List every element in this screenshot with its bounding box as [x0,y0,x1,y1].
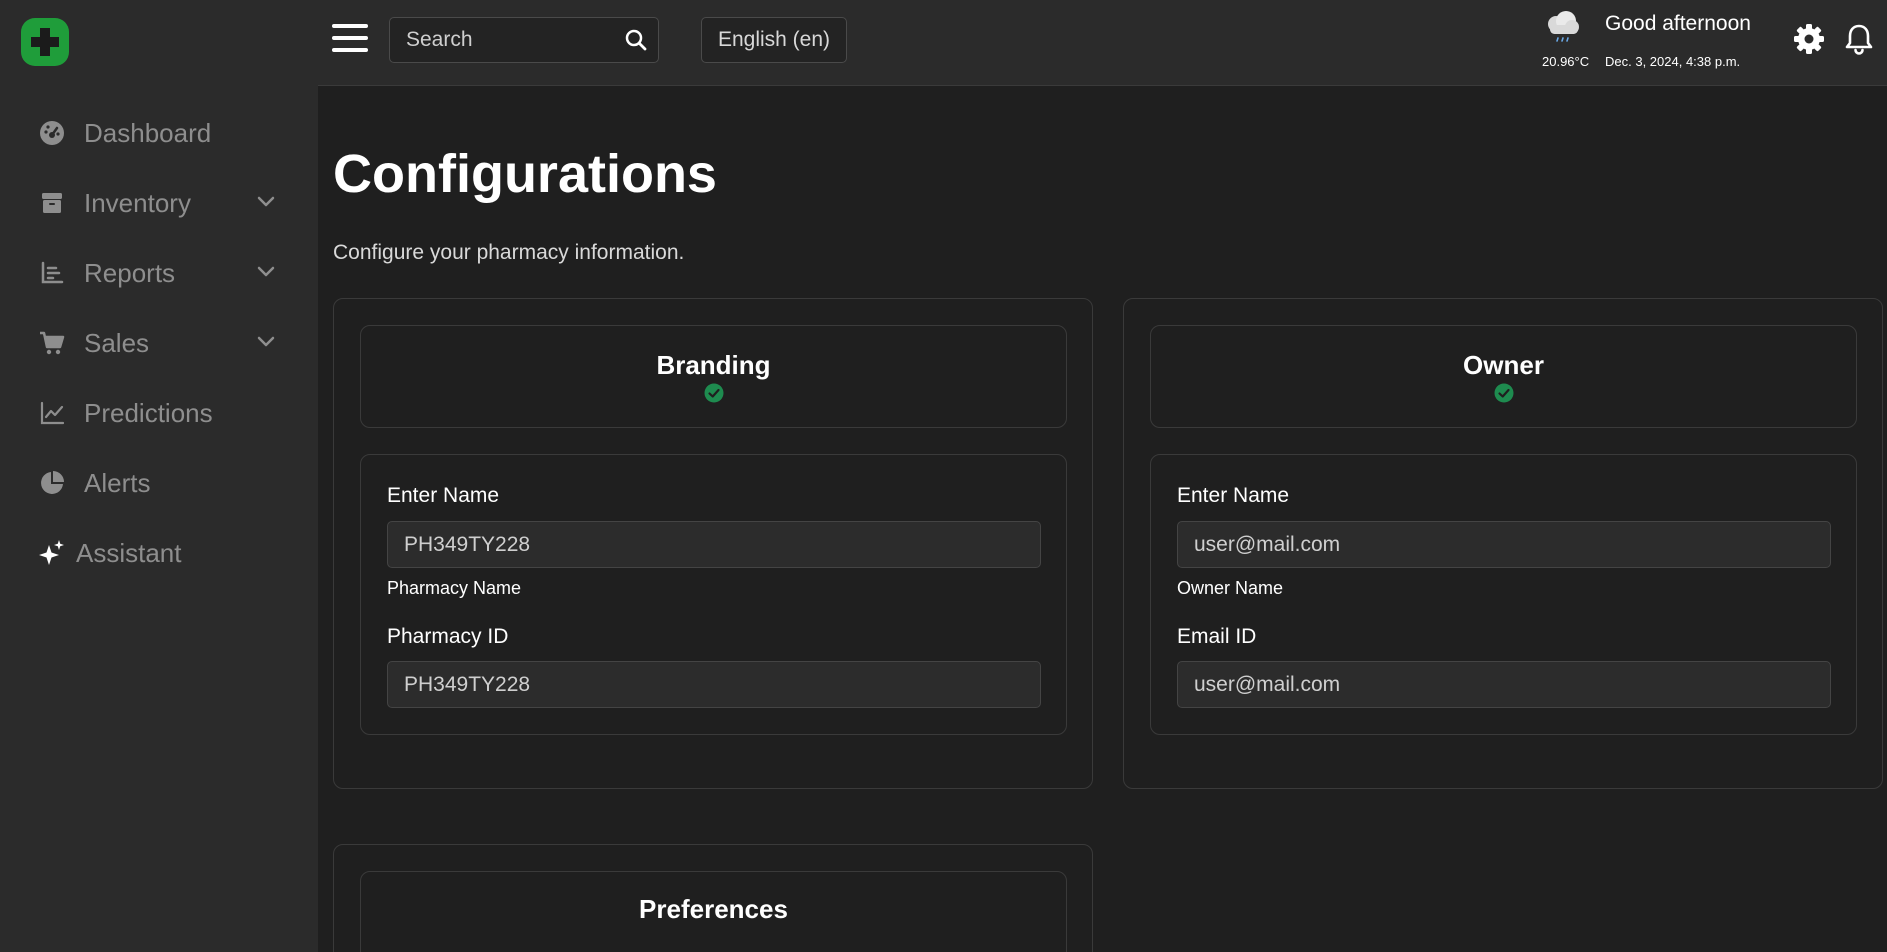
bell-icon[interactable] [1842,22,1876,56]
sidebar-item-label: Predictions [84,397,213,428]
dashboard-icon [38,119,66,147]
owner-name-help: Owner Name [1177,578,1284,598]
email-id-label: Email ID [1177,625,1257,648]
sidebar-item-label: Assistant [76,537,182,568]
branding-card: Branding Enter Name Pharmacy Name Pharma… [333,298,1093,789]
sidebar-item-label: Alerts [84,467,151,498]
temperature-text: 20.96°C [1542,54,1590,69]
sidebar-item-label: Inventory [84,187,191,218]
check-circle-icon [1494,383,1513,403]
owner-name-label: Enter Name [1177,484,1290,507]
sidebar-item-sales[interactable]: Sales [0,308,318,378]
sidebar-item-label: Sales [84,327,150,358]
datetime-text: Dec. 3, 2024, 4:38 p.m. [1605,54,1741,69]
pharmacy-name-input[interactable] [387,521,1041,568]
menu-toggle-icon[interactable] [332,24,368,54]
pie-icon [38,469,66,497]
reports-icon [38,259,66,287]
cart-icon [38,329,66,357]
line-chart-icon [38,399,66,427]
pharmacy-name-help: Pharmacy Name [387,578,522,598]
sidebar-item-label: Dashboard [84,117,212,148]
preferences-header: Preferences [360,871,1067,952]
sidebar-item-inventory[interactable]: Inventory [0,168,318,238]
chevron-down-icon[interactable] [254,260,278,284]
search-icon[interactable] [624,28,648,52]
sidebar-item-predictions[interactable]: Predictions [0,378,318,448]
preferences-title: Preferences [639,894,788,924]
owner-header: Owner [1150,325,1857,428]
language-selector[interactable]: English (en) [701,17,847,63]
top-bar: English (en) 20.96°C Good afternoon Dec.… [318,0,1887,86]
sparkles-icon [38,539,66,567]
owner-card: Owner Enter Name Owner Name Email ID [1123,298,1883,789]
box-icon [38,189,66,217]
check-circle-icon [704,383,723,403]
email-id-input[interactable] [1177,661,1831,708]
preferences-card: Preferences [333,844,1093,952]
pharmacy-id-label: Pharmacy ID [387,625,509,648]
owner-form: Enter Name Owner Name Email ID [1150,454,1857,735]
app-root: Dashboard Inventory Reports Sales Predic… [0,0,1887,952]
chevron-down-icon[interactable] [254,190,278,214]
sidebar-item-assistant[interactable]: Assistant [0,518,318,588]
sidebar-nav: Dashboard Inventory Reports Sales Predic… [0,98,318,588]
sidebar-item-alerts[interactable]: Alerts [0,448,318,518]
branding-header: Branding [360,325,1067,428]
rain-cloud-icon [1548,11,1579,42]
sidebar-item-reports[interactable]: Reports [0,238,318,308]
search-input[interactable] [391,19,611,61]
pharmacy-id-input[interactable] [387,661,1041,708]
pharmacy-name-label: Enter Name [387,484,500,507]
gear-icon[interactable] [1792,22,1826,56]
pharmacy-logo-icon[interactable] [21,18,69,66]
page-subtitle: Configure your pharmacy information. [333,241,685,264]
sidebar-item-label: Reports [84,257,176,288]
owner-title: Owner [1463,350,1544,380]
branding-title: Branding [656,350,771,380]
sidebar: Dashboard Inventory Reports Sales Predic… [0,0,318,952]
greeting-text: Good afternoon [1605,12,1751,35]
owner-name-input[interactable] [1177,521,1831,568]
sidebar-item-dashboard[interactable]: Dashboard [0,98,318,168]
page-title: Configurations [333,144,717,204]
search-box [389,17,659,63]
chevron-down-icon[interactable] [254,330,278,354]
branding-form: Enter Name Pharmacy Name Pharmacy ID [360,454,1067,735]
